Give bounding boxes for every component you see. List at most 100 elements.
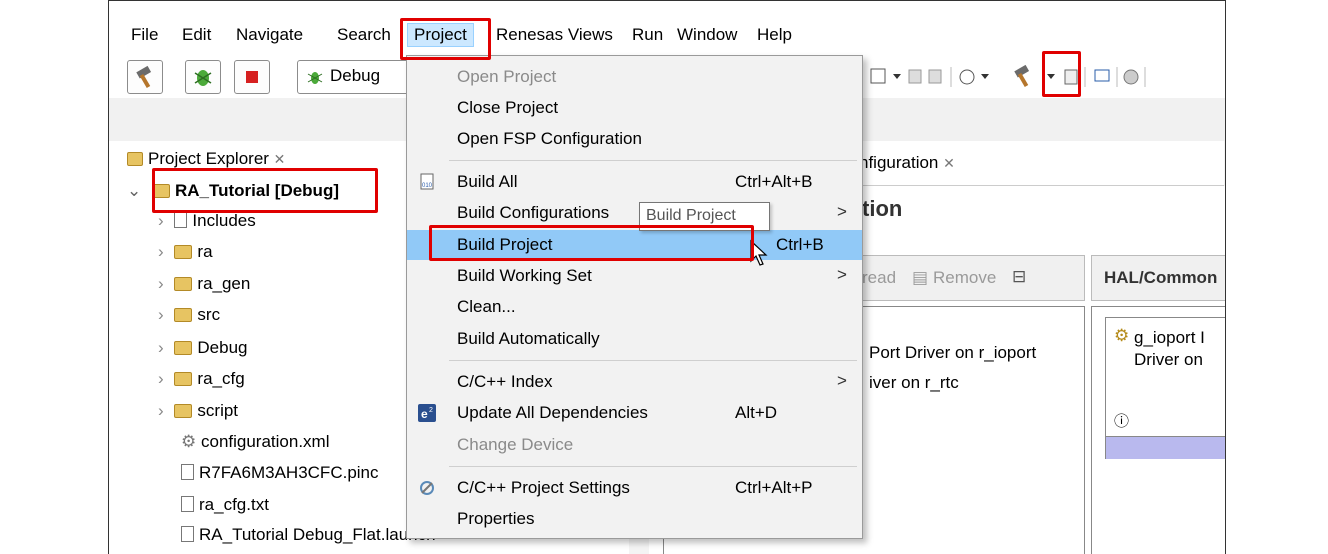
menu-item-build-automatically[interactable]: Build Automatically	[407, 324, 862, 354]
menu-item-label: C/C++ Project Settings	[457, 478, 630, 497]
menu-item-shortcut: Alt+D	[735, 403, 778, 422]
settings-wrench-icon	[420, 481, 434, 495]
tree-row-src[interactable]: › src	[158, 305, 220, 335]
close-icon[interactable]: ✕	[943, 155, 955, 171]
menu-separator	[449, 360, 857, 361]
menu-window[interactable]: Window	[677, 25, 737, 45]
menu-edit[interactable]: Edit	[182, 25, 211, 45]
chevron-right-icon[interactable]: ›	[158, 338, 164, 357]
bug-icon	[194, 70, 212, 86]
menu-item-label: Build Automatically	[457, 329, 600, 348]
menu-bar: File Edit Navigate Search Project Renesa…	[109, 23, 1225, 53]
menu-item-build-working-set[interactable]: Build Working Set >	[407, 261, 862, 291]
submenu-arrow-icon: >	[837, 265, 847, 284]
tree-label: ra_cfg.txt	[199, 495, 269, 514]
folder-icon	[174, 341, 193, 355]
hammer-icon	[136, 65, 152, 89]
hal-common-title: HAL/Common	[1104, 268, 1218, 287]
chevron-right-icon[interactable]: ›	[158, 369, 164, 388]
tree-row-ra[interactable]: › ra	[158, 242, 213, 272]
tree-label: ra_gen	[197, 274, 251, 293]
tooltip-text: Build Project	[646, 207, 736, 224]
menu-item-label: Build Working Set	[457, 266, 592, 285]
build-hammer-button[interactable]	[127, 60, 163, 94]
chevron-right-icon[interactable]: ›	[158, 211, 164, 230]
stack-remove-button[interactable]: Remove	[933, 268, 996, 288]
menu-separator	[449, 160, 857, 161]
debug-button[interactable]	[185, 60, 221, 94]
tree-label: script	[197, 401, 239, 420]
tree-row-ra-cfg[interactable]: › ra_cfg	[158, 369, 245, 399]
project-explorer-tab-label: Project Explorer	[148, 149, 269, 168]
gear-file-icon: ⚙	[181, 432, 197, 451]
menu-item-shortcut: Ctrl+B	[776, 235, 824, 254]
menu-navigate[interactable]: Navigate	[236, 25, 303, 45]
build-all-icon: 010	[420, 173, 434, 190]
annotation-hammer-button	[1042, 51, 1081, 97]
menu-item-update-all-dependencies[interactable]: e2 Update All Dependencies Alt+D	[407, 398, 862, 428]
tree-row-pincfg[interactable]: R7FA6M3AH3CFC.pinc	[181, 463, 379, 493]
menu-item-clean[interactable]: Clean...	[407, 292, 862, 322]
svg-text:010: 010	[422, 183, 433, 189]
hal-common-header: HAL/Common	[1091, 255, 1225, 301]
menu-item-label: Change Device	[457, 435, 574, 454]
menu-renesas-views[interactable]: Renesas Views	[496, 25, 613, 45]
source-folder-icon	[174, 245, 193, 259]
submenu-arrow-icon: >	[837, 202, 847, 221]
tree-row-includes[interactable]: › Includes	[158, 211, 256, 241]
menu-item-cpp-project-settings[interactable]: C/C++ Project Settings Ctrl+Alt+P	[407, 473, 862, 503]
source-folder-icon	[174, 308, 193, 322]
menu-item-change-device[interactable]: Change Device	[407, 430, 862, 460]
menu-item-open-fsp-configuration[interactable]: Open FSP Configuration	[407, 124, 862, 154]
editor-tab-configuration[interactable]: nfiguration ✕	[859, 153, 955, 173]
build-hammer-dropdown-button[interactable]	[1008, 62, 1040, 90]
menu-search[interactable]: Search	[337, 25, 391, 45]
menu-help[interactable]: Help	[757, 25, 792, 45]
tree-row-ra-cfg-txt[interactable]: ra_cfg.txt	[181, 495, 269, 525]
thread-item[interactable]: Port Driver on r_ioport	[869, 343, 1036, 363]
menu-item-close-project[interactable]: Close Project	[407, 93, 862, 123]
submenu-arrow-icon: >	[837, 371, 847, 390]
menu-run[interactable]: Run	[632, 25, 663, 45]
svg-text:2: 2	[429, 407, 433, 414]
annotation-build-project	[429, 225, 754, 261]
stop-button[interactable]	[234, 60, 270, 94]
menu-item-build-configurations[interactable]: Build Configurations >	[407, 198, 862, 228]
chevron-down-icon[interactable]: ⌄	[127, 181, 141, 200]
launch-config-value: Debug	[330, 66, 381, 85]
thread-item[interactable]: iver on r_rtc	[869, 373, 959, 393]
menu-item-build-all[interactable]: 010 Build All Ctrl+Alt+B	[407, 167, 862, 197]
hal-module-name: g_ioport I	[1134, 328, 1205, 347]
tree-row-configuration-xml[interactable]: ⚙ configuration.xml	[181, 432, 330, 462]
tree-row-debug[interactable]: › Debug	[158, 338, 248, 368]
menu-item-label: Close Project	[457, 98, 559, 117]
chevron-right-icon[interactable]: ›	[158, 242, 164, 261]
close-icon[interactable]: ✕	[274, 151, 286, 167]
menu-item-properties[interactable]: Properties	[407, 504, 862, 534]
eclipse-window: File Edit Navigate Search Project Renesa…	[108, 0, 1226, 554]
tree-row-script[interactable]: › script	[158, 401, 238, 431]
menu-file[interactable]: File	[131, 25, 158, 45]
hal-module-block[interactable]: ⚙ g_ioport I Driver on ⓘ	[1105, 317, 1225, 459]
annotation-project-menu	[400, 18, 491, 60]
chevron-right-icon[interactable]: ›	[158, 401, 164, 420]
tree-label: Debug	[197, 338, 248, 357]
menu-item-open-project[interactable]: Open Project	[407, 62, 862, 92]
tree-label: configuration.xml	[200, 432, 330, 451]
project-menu: Open Project Close Project Open FSP Conf…	[406, 55, 863, 539]
folder-icon	[174, 404, 193, 418]
menu-item-label: Build Configurations	[457, 203, 610, 222]
info-icon[interactable]: ⓘ	[1114, 410, 1129, 431]
tree-row-ra-gen[interactable]: › ra_gen	[158, 274, 250, 304]
chevron-right-icon[interactable]: ›	[158, 274, 164, 293]
tree-label: Includes	[192, 211, 256, 230]
minimize-icon[interactable]: ⊟	[1012, 267, 1026, 287]
stop-icon	[246, 71, 258, 83]
tree-row-launch[interactable]: RA_Tutorial Debug_Flat.launch	[181, 525, 436, 554]
tree-label: ra	[197, 242, 213, 261]
menu-item-cpp-index[interactable]: C/C++ Index >	[407, 367, 862, 397]
project-explorer-tab[interactable]: Project Explorer ✕	[127, 149, 285, 169]
editor-title: tion	[862, 196, 903, 221]
menu-item-label: Build All	[457, 172, 518, 191]
chevron-right-icon[interactable]: ›	[158, 305, 164, 324]
